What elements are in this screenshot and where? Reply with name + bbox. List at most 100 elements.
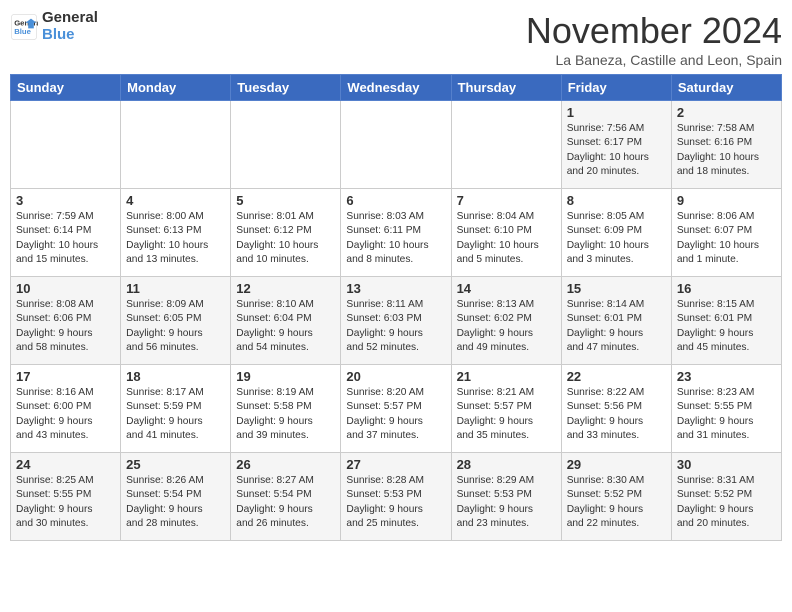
calendar-cell: 12 Sunrise: 8:10 AM Sunset: 6:04 PM Dayli… (231, 277, 341, 365)
day-number: 10 (16, 281, 115, 296)
day-info: Sunrise: 8:05 AM Sunset: 6:09 PM Dayligh… (567, 210, 666, 267)
day-info: Sunrise: 8:00 AM Sunset: 6:13 PM Dayligh… (126, 210, 225, 267)
calendar-cell (231, 101, 341, 189)
day-info: Sunrise: 8:21 AM Sunset: 5:57 PM Dayligh… (457, 386, 556, 443)
day-info: Sunrise: 7:56 AM Sunset: 6:17 PM Dayligh… (567, 122, 666, 179)
day-number: 28 (457, 457, 556, 472)
calendar-cell: 4 Sunrise: 8:00 AM Sunset: 6:13 PM Daylig… (121, 189, 231, 277)
weekday-friday: Friday (561, 75, 671, 101)
page-header: General Blue General Blue November 2024 … (10, 10, 782, 68)
calendar-cell: 23 Sunrise: 8:23 AM Sunset: 5:55 PM Dayli… (671, 365, 781, 453)
day-info: Sunrise: 8:08 AM Sunset: 6:06 PM Dayligh… (16, 298, 115, 355)
day-number: 13 (346, 281, 445, 296)
day-info: Sunrise: 8:10 AM Sunset: 6:04 PM Dayligh… (236, 298, 335, 355)
weekday-saturday: Saturday (671, 75, 781, 101)
day-info: Sunrise: 8:29 AM Sunset: 5:53 PM Dayligh… (457, 474, 556, 531)
calendar-cell: 20Sunrise: 8:20 AM Sunset: 5:57 PM Dayli… (341, 365, 451, 453)
weekday-thursday: Thursday (451, 75, 561, 101)
day-number: 15 (567, 281, 666, 296)
calendar-cell: 22Sunrise: 8:22 AM Sunset: 5:56 PM Dayli… (561, 365, 671, 453)
day-info: Sunrise: 8:22 AM Sunset: 5:56 PM Dayligh… (567, 386, 666, 443)
day-info: Sunrise: 8:26 AM Sunset: 5:54 PM Dayligh… (126, 474, 225, 531)
day-info: Sunrise: 8:19 AM Sunset: 5:58 PM Dayligh… (236, 386, 335, 443)
day-number: 6 (346, 193, 445, 208)
calendar-cell: 16 Sunrise: 8:15 AM Sunset: 6:01 PM Dayli… (671, 277, 781, 365)
calendar-cell: 2 Sunrise: 7:58 AM Sunset: 6:16 PM Daylig… (671, 101, 781, 189)
logo-line1: General (42, 10, 98, 27)
weekday-sunday: Sunday (11, 75, 121, 101)
day-info: Sunrise: 8:17 AM Sunset: 5:59 PM Dayligh… (126, 386, 225, 443)
calendar-cell (121, 101, 231, 189)
calendar-cell (341, 101, 451, 189)
day-info: Sunrise: 8:11 AM Sunset: 6:03 PM Dayligh… (346, 298, 445, 355)
day-info: Sunrise: 8:23 AM Sunset: 5:55 PM Dayligh… (677, 386, 776, 443)
week-row-2: 3 Sunrise: 7:59 AM Sunset: 6:14 PM Daylig… (11, 189, 782, 277)
day-number: 19 (236, 369, 335, 384)
day-info: Sunrise: 8:20 AM Sunset: 5:57 PM Dayligh… (346, 386, 445, 443)
calendar-cell: 27 Sunrise: 8:28 AM Sunset: 5:53 PM Dayli… (341, 453, 451, 541)
title-block: November 2024 La Baneza, Castille and Le… (526, 10, 782, 68)
weekday-header-row: SundayMondayTuesdayWednesdayThursdayFrid… (11, 75, 782, 101)
day-number: 11 (126, 281, 225, 296)
calendar-cell: 10 Sunrise: 8:08 AM Sunset: 6:06 PM Dayli… (11, 277, 121, 365)
day-number: 3 (16, 193, 115, 208)
day-number: 9 (677, 193, 776, 208)
calendar-cell (11, 101, 121, 189)
calendar-cell: 9Sunrise: 8:06 AM Sunset: 6:07 PM Daylig… (671, 189, 781, 277)
day-info: Sunrise: 7:59 AM Sunset: 6:14 PM Dayligh… (16, 210, 115, 267)
calendar-cell: 17Sunrise: 8:16 AM Sunset: 6:00 PM Dayli… (11, 365, 121, 453)
day-number: 7 (457, 193, 556, 208)
day-number: 14 (457, 281, 556, 296)
day-info: Sunrise: 8:04 AM Sunset: 6:10 PM Dayligh… (457, 210, 556, 267)
calendar: SundayMondayTuesdayWednesdayThursdayFrid… (10, 74, 782, 541)
calendar-cell: 30Sunrise: 8:31 AM Sunset: 5:52 PM Dayli… (671, 453, 781, 541)
day-number: 23 (677, 369, 776, 384)
day-info: Sunrise: 8:13 AM Sunset: 6:02 PM Dayligh… (457, 298, 556, 355)
day-number: 21 (457, 369, 556, 384)
day-number: 17 (16, 369, 115, 384)
calendar-cell: 7 Sunrise: 8:04 AM Sunset: 6:10 PM Daylig… (451, 189, 561, 277)
calendar-cell: 14 Sunrise: 8:13 AM Sunset: 6:02 PM Dayli… (451, 277, 561, 365)
weekday-monday: Monday (121, 75, 231, 101)
week-row-4: 17Sunrise: 8:16 AM Sunset: 6:00 PM Dayli… (11, 365, 782, 453)
day-number: 29 (567, 457, 666, 472)
day-number: 30 (677, 457, 776, 472)
calendar-cell: 6 Sunrise: 8:03 AM Sunset: 6:11 PM Daylig… (341, 189, 451, 277)
day-number: 2 (677, 105, 776, 120)
day-info: Sunrise: 8:03 AM Sunset: 6:11 PM Dayligh… (346, 210, 445, 267)
calendar-cell: 26Sunrise: 8:27 AM Sunset: 5:54 PM Dayli… (231, 453, 341, 541)
day-info: Sunrise: 8:15 AM Sunset: 6:01 PM Dayligh… (677, 298, 776, 355)
calendar-cell: 8 Sunrise: 8:05 AM Sunset: 6:09 PM Daylig… (561, 189, 671, 277)
day-number: 12 (236, 281, 335, 296)
calendar-cell: 1 Sunrise: 7:56 AM Sunset: 6:17 PM Daylig… (561, 101, 671, 189)
calendar-cell: 24Sunrise: 8:25 AM Sunset: 5:55 PM Dayli… (11, 453, 121, 541)
weekday-tuesday: Tuesday (231, 75, 341, 101)
day-number: 1 (567, 105, 666, 120)
day-number: 4 (126, 193, 225, 208)
logo-icon: General Blue (10, 13, 38, 41)
day-number: 18 (126, 369, 225, 384)
calendar-cell: 5Sunrise: 8:01 AM Sunset: 6:12 PM Daylig… (231, 189, 341, 277)
logo: General Blue General Blue (10, 10, 98, 43)
day-number: 27 (346, 457, 445, 472)
calendar-cell (451, 101, 561, 189)
week-row-3: 10 Sunrise: 8:08 AM Sunset: 6:06 PM Dayli… (11, 277, 782, 365)
day-number: 8 (567, 193, 666, 208)
calendar-cell: 19 Sunrise: 8:19 AM Sunset: 5:58 PM Dayli… (231, 365, 341, 453)
calendar-cell: 11 Sunrise: 8:09 AM Sunset: 6:05 PM Dayli… (121, 277, 231, 365)
day-info: Sunrise: 8:14 AM Sunset: 6:01 PM Dayligh… (567, 298, 666, 355)
day-number: 5 (236, 193, 335, 208)
calendar-cell: 13 Sunrise: 8:11 AM Sunset: 6:03 PM Dayli… (341, 277, 451, 365)
logo-line2: Blue (42, 27, 98, 44)
svg-text:General: General (14, 18, 38, 27)
day-info: Sunrise: 8:09 AM Sunset: 6:05 PM Dayligh… (126, 298, 225, 355)
day-info: Sunrise: 7:58 AM Sunset: 6:16 PM Dayligh… (677, 122, 776, 179)
day-info: Sunrise: 8:28 AM Sunset: 5:53 PM Dayligh… (346, 474, 445, 531)
calendar-cell: 18 Sunrise: 8:17 AM Sunset: 5:59 PM Dayli… (121, 365, 231, 453)
calendar-cell: 28 Sunrise: 8:29 AM Sunset: 5:53 PM Dayli… (451, 453, 561, 541)
week-row-5: 24Sunrise: 8:25 AM Sunset: 5:55 PM Dayli… (11, 453, 782, 541)
week-row-1: 1 Sunrise: 7:56 AM Sunset: 6:17 PM Daylig… (11, 101, 782, 189)
day-number: 16 (677, 281, 776, 296)
calendar-cell: 21 Sunrise: 8:21 AM Sunset: 5:57 PM Dayli… (451, 365, 561, 453)
calendar-cell: 25Sunrise: 8:26 AM Sunset: 5:54 PM Dayli… (121, 453, 231, 541)
